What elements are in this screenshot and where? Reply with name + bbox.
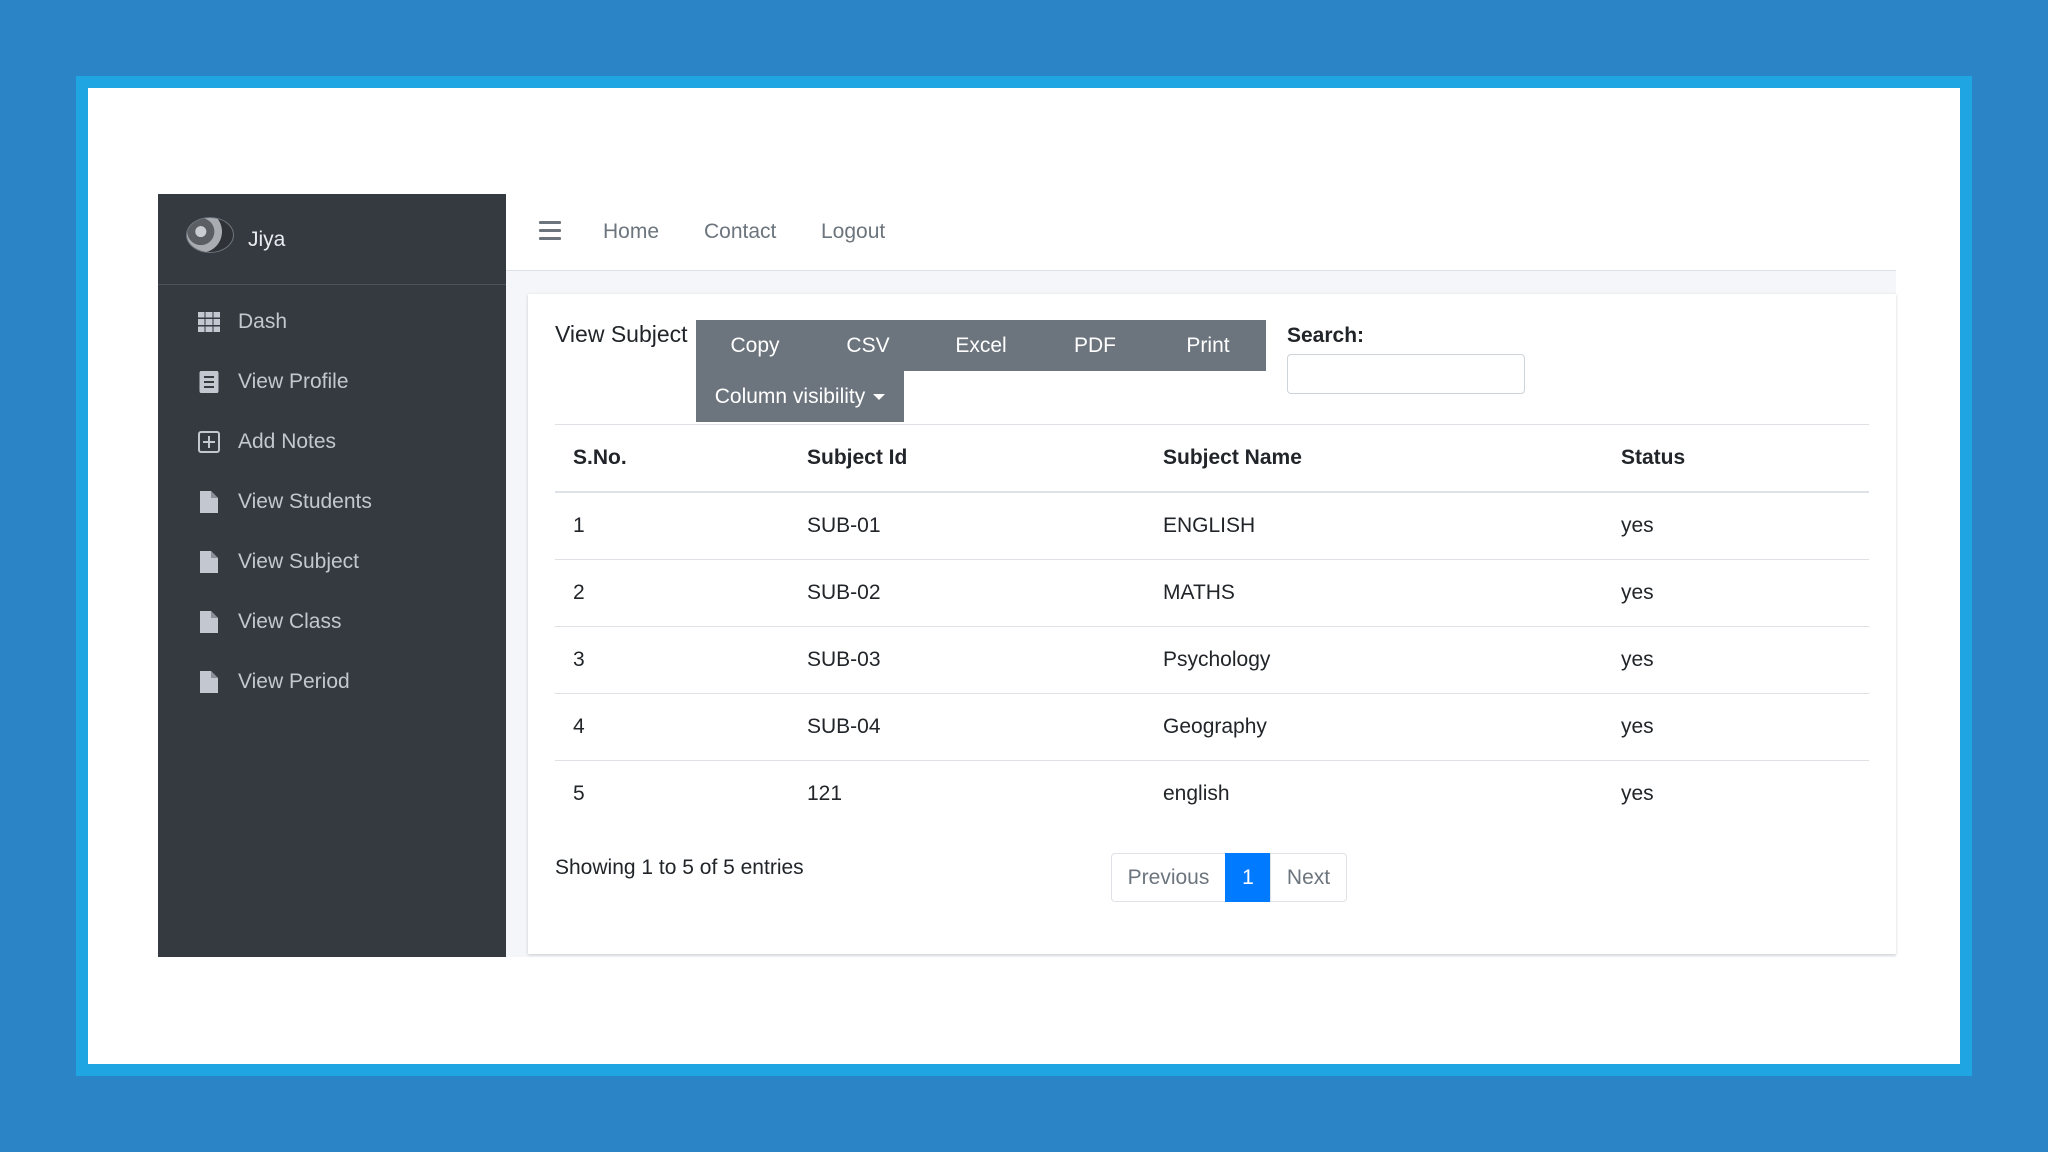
sidebar-item-view-period[interactable]: View Period (158, 652, 506, 712)
table-cell: yes (1603, 626, 1869, 694)
search-input[interactable] (1287, 354, 1525, 394)
subject-card: View Subject Copy CSV Excel PDF Print Co… (528, 294, 1896, 954)
address-book-icon (196, 370, 222, 394)
table-header-row: S.No. Subject Id Subject Name Status (555, 424, 1869, 493)
column-visibility-button[interactable]: Column visibility (696, 371, 904, 422)
sidebar-item-label: Add Notes (238, 430, 337, 453)
nav-link-home[interactable]: Home (603, 220, 659, 244)
file-icon (196, 670, 222, 694)
nav-link-logout[interactable]: Logout (821, 220, 885, 244)
table-cell: yes (1603, 559, 1869, 627)
file-icon (196, 490, 222, 514)
sidebar-nav: Dash View Profile Add Notes View Student… (158, 292, 506, 712)
table-cell: english (1145, 760, 1603, 827)
table-cell: SUB-01 (807, 514, 881, 537)
sidebar-item-dash[interactable]: Dash (158, 292, 506, 352)
sidebar-item-label: View Class (238, 610, 342, 633)
sidebar-item-label: View Period (238, 670, 350, 693)
table-cell: 5 (555, 760, 789, 827)
hamburger-menu-icon[interactable] (539, 221, 561, 241)
table-cell: yes (1603, 693, 1869, 761)
table-cell: Psychology (1145, 626, 1603, 694)
sidebar-item-view-profile[interactable]: View Profile (158, 352, 506, 412)
table-cell: 3 (555, 626, 789, 694)
sidebar: Jiya Dash View Profile Add Notes View St… (158, 194, 506, 957)
export-button-group: Copy CSV Excel PDF Print (696, 320, 1266, 371)
grid-icon (196, 310, 222, 334)
table-cell: Geography (1145, 693, 1603, 761)
card-title: View Subject (555, 321, 688, 347)
print-button[interactable]: Print (1150, 320, 1266, 371)
caret-down-icon (873, 393, 886, 400)
subject-table-wrapper: S.No. Subject Id Subject Name Status 1 S… (555, 424, 1869, 827)
search-label: Search: (1287, 324, 1365, 347)
table-cell: SUB-04 (789, 693, 1145, 761)
column-header-sno[interactable]: S.No. (555, 424, 789, 493)
file-icon (196, 550, 222, 574)
nav-link-contact[interactable]: Contact (704, 220, 776, 244)
column-header-subject-name[interactable]: Subject Name (1145, 424, 1603, 493)
sidebar-item-label: View Profile (238, 370, 349, 393)
table-cell: 1 (573, 514, 585, 537)
excel-button[interactable]: Excel (922, 320, 1040, 371)
table-cell: yes (1603, 760, 1869, 827)
table-info: Showing 1 to 5 of 5 entries (555, 856, 804, 879)
column-visibility-label: Column visibility (714, 384, 866, 408)
sidebar-item-view-students[interactable]: View Students (158, 472, 506, 532)
pagination-page-1[interactable]: 1 (1225, 853, 1271, 902)
table-cell: SUB-03 (789, 626, 1145, 694)
column-header-status[interactable]: Status (1603, 424, 1869, 493)
plus-square-icon (196, 430, 222, 454)
sidebar-item-label: View Students (238, 490, 372, 513)
copy-button[interactable]: Copy (696, 320, 814, 371)
pdf-button[interactable]: PDF (1040, 320, 1150, 371)
csv-button[interactable]: CSV (814, 320, 922, 371)
table-cell: ENGLISH (1163, 514, 1256, 537)
table-row: 1 SUB-01 ENGLISH yes (555, 492, 1869, 560)
pagination: Previous 1 Next (1111, 853, 1347, 902)
sidebar-item-label: Dash (238, 310, 288, 333)
user-name[interactable]: Jiya (248, 228, 285, 252)
table-row: 3 SUB-03 Psychology yes (555, 626, 1869, 694)
sidebar-item-view-subject[interactable]: View Subject (158, 532, 506, 592)
sidebar-item-label: View Subject (238, 550, 360, 573)
table-cell: MATHS (1145, 559, 1603, 627)
top-navbar: Home Contact Logout (506, 194, 1896, 271)
table-row: 4 SUB-04 Geography yes (555, 693, 1869, 761)
pagination-previous[interactable]: Previous (1111, 853, 1226, 902)
table-row: 5 121 english yes (555, 760, 1869, 827)
table-cell: yes (1621, 514, 1654, 537)
table-cell: 4 (555, 693, 789, 761)
table-cell: SUB-02 (789, 559, 1145, 627)
table-cell: 2 (555, 559, 789, 627)
table-cell: 121 (789, 760, 1145, 827)
table-row: 2 SUB-02 MATHS yes (555, 559, 1869, 627)
avatar[interactable] (186, 217, 234, 253)
file-icon (196, 610, 222, 634)
pagination-next[interactable]: Next (1270, 853, 1347, 902)
user-panel: Jiya (158, 194, 506, 285)
subject-table: S.No. Subject Id Subject Name Status 1 S… (555, 424, 1869, 827)
column-header-subject-id[interactable]: Subject Id (789, 424, 1145, 493)
sidebar-item-add-notes[interactable]: Add Notes (158, 412, 506, 472)
sidebar-item-view-class[interactable]: View Class (158, 592, 506, 652)
